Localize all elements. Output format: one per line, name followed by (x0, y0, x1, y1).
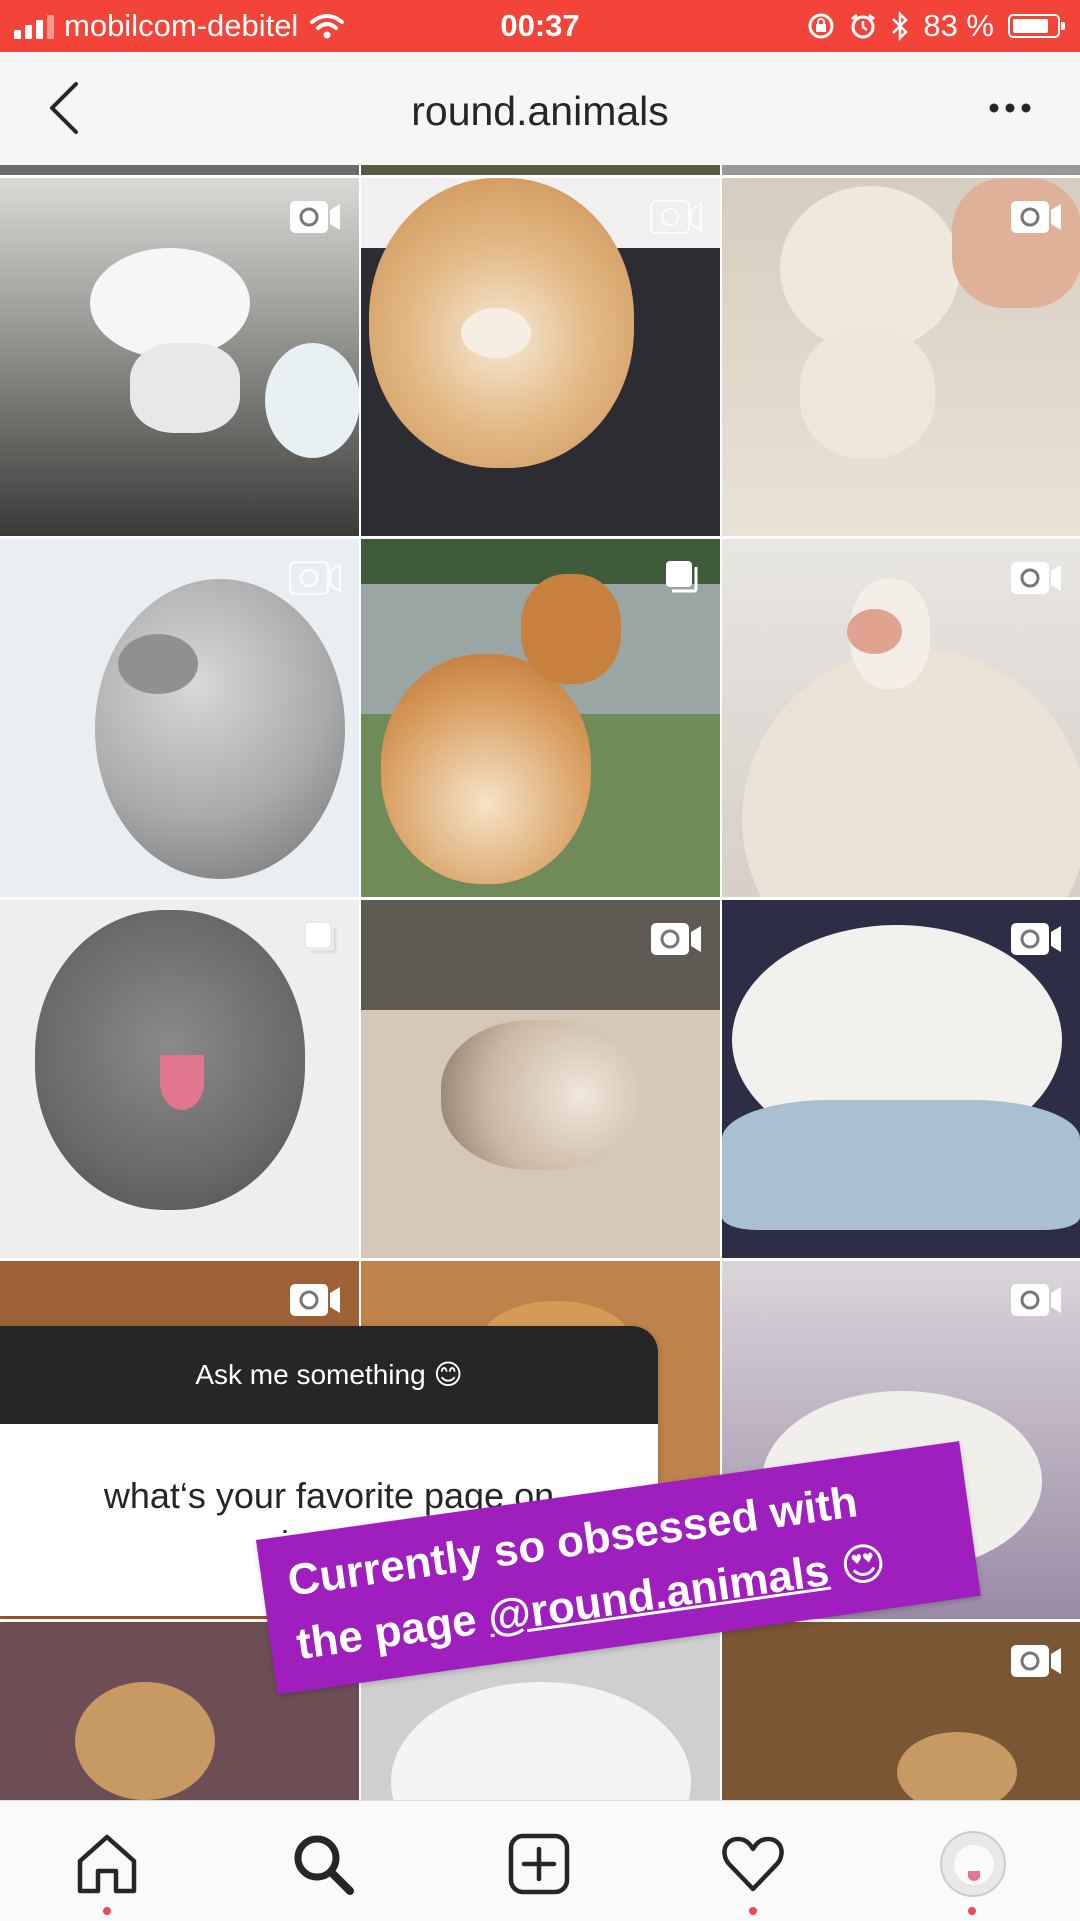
video-post-icon (651, 923, 701, 955)
post-thumbnail (75, 1682, 215, 1800)
grid-post[interactable] (0, 900, 359, 1258)
video-post-icon (1011, 923, 1061, 955)
smiley-emoji: 😊 (433, 1359, 463, 1390)
more-options-icon[interactable] (988, 98, 1032, 118)
question-sticker-title: Ask me something (195, 1359, 426, 1390)
grid-post[interactable] (361, 178, 720, 536)
grid-post[interactable] (722, 900, 1080, 1258)
heart-eyes-emoji: 😍 (837, 1537, 890, 1593)
profile-avatar[interactable] (940, 1831, 1006, 1897)
profile-header: round.animals (0, 52, 1080, 165)
grid-post[interactable] (0, 539, 359, 897)
video-post-icon (1011, 1284, 1061, 1316)
post-thumbnail (722, 1100, 1080, 1230)
grid-post[interactable] (722, 178, 1080, 536)
grid-post[interactable] (0, 178, 359, 536)
post-thumbnail (265, 343, 359, 458)
notification-dot (749, 1907, 757, 1915)
post-thumbnail (461, 308, 531, 358)
notification-dot (103, 1907, 111, 1915)
post-thumbnail (130, 343, 240, 433)
video-post-icon (1011, 1645, 1061, 1677)
add-post-icon[interactable] (506, 1831, 572, 1897)
grid-post[interactable] (722, 1622, 1080, 1800)
profile-username: round.animals (411, 88, 669, 134)
bluetooth-icon (892, 11, 909, 41)
post-thumbnail (95, 579, 345, 879)
search-icon[interactable] (290, 1831, 356, 1897)
rotation-lock-icon (808, 13, 834, 39)
video-post-icon (1011, 562, 1061, 594)
post-thumbnail (800, 328, 935, 458)
alarm-icon (851, 13, 876, 39)
home-icon[interactable] (74, 1831, 140, 1897)
video-post-icon (290, 201, 340, 233)
post-thumbnail (952, 178, 1080, 308)
battery-percent: 83 % (923, 8, 994, 43)
previous-row-edge (0, 165, 359, 175)
post-thumbnail (847, 609, 902, 654)
status-bar: mobilcom-debitel 00:37 83 % (0, 0, 1080, 52)
multi-photo-icon (303, 920, 339, 956)
multi-photo-icon (664, 559, 700, 595)
video-post-icon (1011, 201, 1061, 233)
grid-post[interactable] (361, 539, 720, 897)
previous-row-edge (722, 165, 1080, 175)
carrier-name: mobilcom-debitel (64, 8, 299, 43)
video-post-icon (289, 561, 341, 595)
video-post-icon (290, 1284, 340, 1316)
activity-heart-icon[interactable] (720, 1831, 786, 1897)
battery-icon (1008, 14, 1065, 38)
post-thumbnail (90, 248, 250, 358)
wifi-icon (310, 14, 345, 39)
post-thumbnail (521, 574, 621, 684)
notification-dot (968, 1907, 976, 1915)
avatar-dog-tongue (968, 1871, 980, 1881)
video-post-icon (650, 200, 702, 234)
bottom-tab-bar (0, 1800, 1080, 1921)
previous-row-edge (361, 165, 720, 175)
post-thumbnail (391, 1682, 691, 1800)
signal-strength-icon (14, 13, 54, 39)
post-thumbnail (118, 634, 198, 694)
post-thumbnail (780, 186, 960, 351)
post-thumbnail (160, 1055, 204, 1110)
post-thumbnail (441, 1020, 641, 1170)
post-thumbnail (897, 1732, 1017, 1800)
post-thumbnail (381, 654, 591, 884)
grid-post[interactable] (722, 539, 1080, 897)
question-sticker-header: Ask me something 😊 (0, 1326, 658, 1424)
grid-post[interactable] (361, 900, 720, 1258)
